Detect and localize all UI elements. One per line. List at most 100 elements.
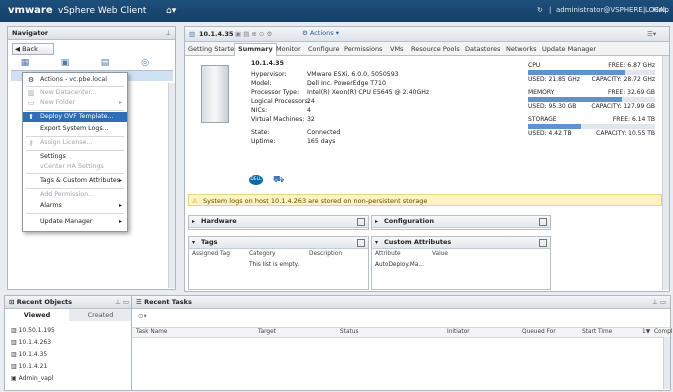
- tab-viewed[interactable]: Viewed: [5, 309, 70, 321]
- tab-networks[interactable]: Networks: [506, 44, 537, 55]
- expand-arrow-icon[interactable]: ▸: [192, 216, 195, 227]
- recent-objects-panel: ⊡ Recent Objects ⊥ ▭ Viewed Created ▥ 10…: [4, 295, 134, 391]
- divider: [26, 86, 124, 87]
- filter-icon[interactable]: ⊙▾: [138, 312, 147, 320]
- pin-icon[interactable]: ⊥ ▭: [652, 296, 666, 308]
- menu-item-assign-license[interactable]: ⚷ Assign License...: [23, 138, 127, 148]
- tab-monitor[interactable]: Monitor: [276, 44, 301, 55]
- column-header[interactable]: Start Time: [582, 329, 612, 335]
- attribute-row[interactable]: AutoDeploy.Ma...: [375, 262, 424, 268]
- maximize-icon[interactable]: [357, 218, 365, 226]
- recent-object-item[interactable]: ▥ 10.1.4.21: [11, 363, 47, 370]
- maximize-icon[interactable]: [539, 239, 547, 247]
- sort-desc-icon[interactable]: 1▼: [642, 329, 650, 335]
- pin-icon[interactable]: ⊥: [165, 27, 171, 39]
- menu-item-add-permission[interactable]: Add Permission...: [23, 190, 127, 200]
- menu-item-alarms[interactable]: Alarms ▸: [23, 201, 127, 211]
- hardware-title: Hardware: [201, 217, 237, 225]
- storage-icon[interactable]: ▤: [96, 57, 114, 69]
- menu-item-export-system-logs[interactable]: Export System Logs...: [23, 124, 127, 134]
- column-header[interactable]: Initiator: [447, 329, 470, 335]
- hardware-header[interactable]: ▸ Hardware: [189, 216, 368, 228]
- help-menu[interactable]: Help: [653, 6, 669, 14]
- hosts-clusters-icon[interactable]: ▦: [16, 57, 34, 69]
- column-header[interactable]: Target: [258, 329, 276, 335]
- configuration-portlet[interactable]: ▸ Configuration: [371, 215, 551, 230]
- scrollbar[interactable]: [663, 337, 670, 389]
- scrollbar[interactable]: [168, 83, 175, 288]
- home-icon[interactable]: ⌂▾: [166, 6, 177, 16]
- storage-meter-fill: [528, 124, 582, 129]
- refresh-icon[interactable]: ↻: [537, 6, 543, 14]
- menu-item-new-datacenter[interactable]: ▥ New Datacenter...: [23, 88, 127, 98]
- column-header[interactable]: Category: [249, 251, 275, 257]
- field-value: Dell Inc. PowerEdge T710: [307, 80, 386, 87]
- menu-item-vcenter-ha-settings[interactable]: vCenter HA Settings: [23, 162, 127, 172]
- menu-item-tags-custom-attributes[interactable]: Tags & Custom Attributes ▸: [23, 176, 127, 186]
- tab-vms[interactable]: VMs: [390, 44, 403, 55]
- divider: [26, 213, 124, 214]
- maximize-icon[interactable]: [539, 218, 547, 226]
- column-header[interactable]: Status: [340, 329, 358, 335]
- collapse-arrow-icon[interactable]: ▾: [192, 237, 195, 248]
- divider: |: [643, 6, 646, 14]
- memory-free: FREE: 32.69 GB: [608, 89, 655, 96]
- menu-item-deploy-ovf-template[interactable]: ⬆ Deploy OVF Template...: [23, 112, 127, 122]
- recent-object-item[interactable]: ▥ 10.1.4.35: [11, 351, 47, 358]
- recent-object-item[interactable]: ▥ 10.50.1.195: [11, 327, 55, 334]
- options-icon[interactable]: ☰▾: [647, 30, 656, 38]
- tab-permissions[interactable]: Permissions: [344, 44, 382, 55]
- tab-created[interactable]: Created: [69, 309, 132, 321]
- tab-update-manager[interactable]: Update Manager: [542, 44, 596, 55]
- column-header[interactable]: Description: [309, 251, 342, 257]
- tab-getting-started[interactable]: Getting Started: [188, 44, 238, 55]
- memory-capacity: CAPACITY: 127.99 GB: [591, 103, 655, 110]
- submenu-arrow-icon: ▸: [118, 202, 122, 209]
- tab-resource-pools[interactable]: Resource Pools: [411, 44, 460, 55]
- column-header[interactable]: Queued For: [522, 329, 556, 335]
- configuration-header[interactable]: ▸ Configuration: [372, 216, 550, 228]
- tab-summary[interactable]: Summary: [234, 43, 277, 56]
- cpu-used: USED: 21.85 GHz: [528, 76, 580, 83]
- menu-item-label: Add Permission...: [40, 191, 95, 198]
- actions-menu[interactable]: ⚙ Actions ▾: [302, 29, 339, 37]
- tab-bar: Getting Started Summary Monitor Configur…: [185, 42, 669, 56]
- hardware-portlet[interactable]: ▸ Hardware: [188, 215, 369, 230]
- recent-object-item[interactable]: ▥ 10.1.4.263: [11, 339, 51, 346]
- column-header[interactable]: Assigned Tag: [192, 251, 230, 257]
- tab-configure[interactable]: Configure: [308, 44, 340, 55]
- custom-attributes-header[interactable]: ▾ Custom Attributes: [372, 237, 550, 249]
- menu-item-label: New Datacenter...: [40, 89, 97, 96]
- menu-item-label: Update Manager: [40, 218, 93, 225]
- column-header[interactable]: Value: [432, 251, 448, 257]
- column-header[interactable]: Compl: [654, 329, 673, 335]
- user-menu[interactable]: administrator@VSPHERE.LOCAL: [556, 6, 668, 14]
- scrollbar[interactable]: [662, 56, 669, 290]
- collapse-arrow-icon[interactable]: ▾: [375, 237, 378, 248]
- cpu-meter: [528, 70, 655, 75]
- recent-object-item[interactable]: ▣ Admin_vapl: [11, 375, 53, 382]
- tasks-icon: ☰: [136, 298, 145, 306]
- menu-item-update-manager[interactable]: Update Manager ▸: [23, 217, 127, 227]
- back-button[interactable]: ◀ Back: [12, 43, 54, 55]
- storage-meter: [528, 124, 655, 129]
- column-header[interactable]: Task Name: [136, 329, 167, 335]
- toolbar-action-icons[interactable]: ▣ ▤ ⊕ ⊙ ⚙: [235, 30, 272, 38]
- context-menu-header-label: Actions - vc.pbe.local: [40, 76, 108, 83]
- storage-free: FREE: 6.14 TB: [612, 116, 655, 123]
- column-header[interactable]: Attribute: [375, 251, 401, 257]
- networking-icon[interactable]: ◎: [136, 57, 154, 69]
- divider: [26, 173, 124, 174]
- memory-label: MEMORY: [528, 89, 555, 96]
- expand-arrow-icon[interactable]: ▸: [375, 216, 378, 227]
- maximize-icon[interactable]: [357, 239, 365, 247]
- navigator-title: Navigator: [12, 29, 49, 37]
- tab-datastores[interactable]: Datastores: [465, 44, 500, 55]
- menu-item-settings[interactable]: Settings: [23, 152, 127, 162]
- vms-templates-icon[interactable]: ▣: [56, 57, 74, 69]
- menu-item-new-folder[interactable]: ▭ New Folder ▸: [23, 98, 127, 108]
- pin-icon[interactable]: ⊥ ▭: [115, 296, 129, 308]
- recent-objects-header: ⊡ Recent Objects ⊥ ▭: [5, 296, 133, 309]
- tags-header[interactable]: ▾ Tags: [189, 237, 368, 249]
- field-value: 4: [307, 107, 311, 114]
